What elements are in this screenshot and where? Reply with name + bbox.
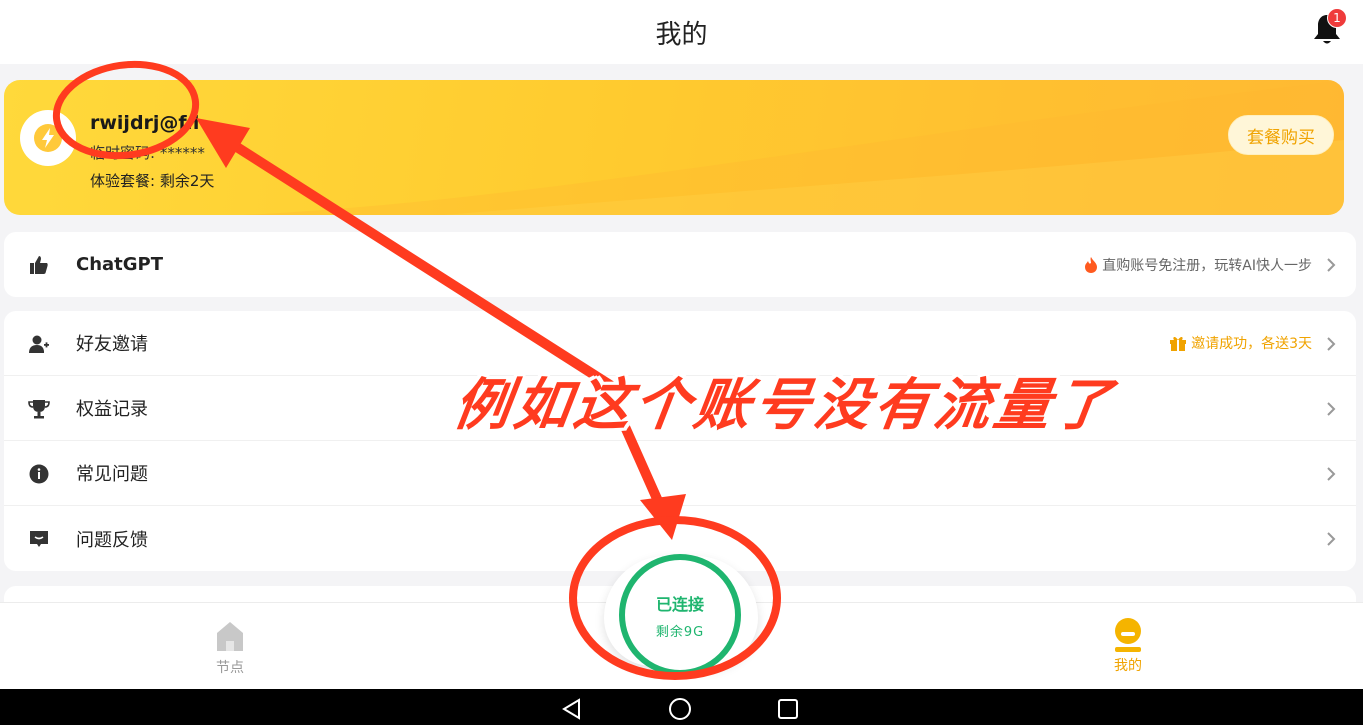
info-icon bbox=[29, 464, 49, 484]
tab-mine-label: 我的 bbox=[1114, 658, 1142, 674]
notification-badge: 1 bbox=[1327, 8, 1347, 28]
invite-promo-text: 邀请成功，各送3天 bbox=[1191, 336, 1312, 352]
home-icon bbox=[217, 622, 243, 651]
chevron-right-icon bbox=[1327, 337, 1336, 351]
chatgpt-label: ChatGPT bbox=[76, 254, 164, 275]
menu-item-faq[interactable]: 常见问题 bbox=[4, 441, 1356, 506]
connection-status: 已连接 bbox=[655, 594, 704, 614]
faq-label: 常见问题 bbox=[76, 464, 148, 485]
tab-nodes[interactable]: 节点 bbox=[200, 619, 260, 677]
notification-button[interactable]: 1 bbox=[1311, 8, 1347, 48]
temp-password: 临时密码: ****** bbox=[90, 144, 205, 162]
lightning-icon bbox=[34, 124, 62, 152]
profile-icon bbox=[1115, 618, 1141, 652]
chatgpt-row[interactable]: ChatGPT 直购账号免注册，玩转AI快人一步 bbox=[4, 232, 1356, 297]
home-nav-icon[interactable] bbox=[668, 697, 692, 721]
feedback-label: 问题反馈 bbox=[76, 529, 148, 551]
remaining-data: 剩余9G bbox=[655, 624, 705, 640]
profile-card: rwijdrj@f.l 临时密码: ****** 体验套餐: 剩余2天 套餐购买 bbox=[4, 80, 1344, 215]
page-title: 我的 bbox=[655, 19, 708, 50]
fire-icon bbox=[1085, 256, 1098, 273]
connect-button[interactable]: 已连接 剩余9G bbox=[619, 554, 741, 676]
thumbs-up-icon bbox=[30, 256, 48, 274]
chatgpt-card: ChatGPT 直购账号免注册，玩转AI快人一步 bbox=[4, 232, 1356, 297]
chatgpt-promo: 直购账号免注册，玩转AI快人一步 bbox=[1084, 255, 1312, 275]
trophy-icon bbox=[28, 400, 50, 419]
chevron-right-icon bbox=[1327, 532, 1336, 546]
invite-label: 好友邀请 bbox=[76, 334, 148, 355]
system-navbar bbox=[0, 689, 1363, 725]
gift-icon bbox=[1170, 336, 1187, 351]
chevron-right-icon bbox=[1327, 467, 1336, 481]
benefits-label: 权益记录 bbox=[76, 399, 148, 420]
add-user-icon bbox=[29, 335, 49, 353]
recents-icon[interactable] bbox=[776, 697, 800, 721]
invite-promo: 邀请成功，各送3天 bbox=[1169, 333, 1312, 353]
back-icon[interactable] bbox=[560, 697, 584, 721]
tab-mine[interactable]: 我的 bbox=[1098, 617, 1158, 675]
user-email: rwijdrj@f.l bbox=[90, 112, 200, 134]
chevron-right-icon bbox=[1327, 258, 1336, 272]
menu-card: 好友邀请 邀请成功，各送3天 权益记录 常见问题 问题反馈 bbox=[4, 311, 1356, 571]
tab-nodes-label: 节点 bbox=[216, 660, 244, 676]
feedback-icon bbox=[30, 531, 48, 547]
buy-plan-button[interactable]: 套餐购买 bbox=[1228, 115, 1334, 155]
annotation-text: 例如这个账号没有流量了 bbox=[449, 373, 1119, 438]
chatgpt-promo-text: 直购账号免注册，玩转AI快人一步 bbox=[1102, 257, 1312, 274]
top-header: 我的 1 bbox=[0, 0, 1363, 64]
avatar[interactable] bbox=[20, 110, 76, 166]
chevron-right-icon bbox=[1327, 402, 1336, 416]
plan-status: 体验套餐: 剩余2天 bbox=[90, 172, 215, 190]
profile-decoration bbox=[244, 80, 1344, 215]
